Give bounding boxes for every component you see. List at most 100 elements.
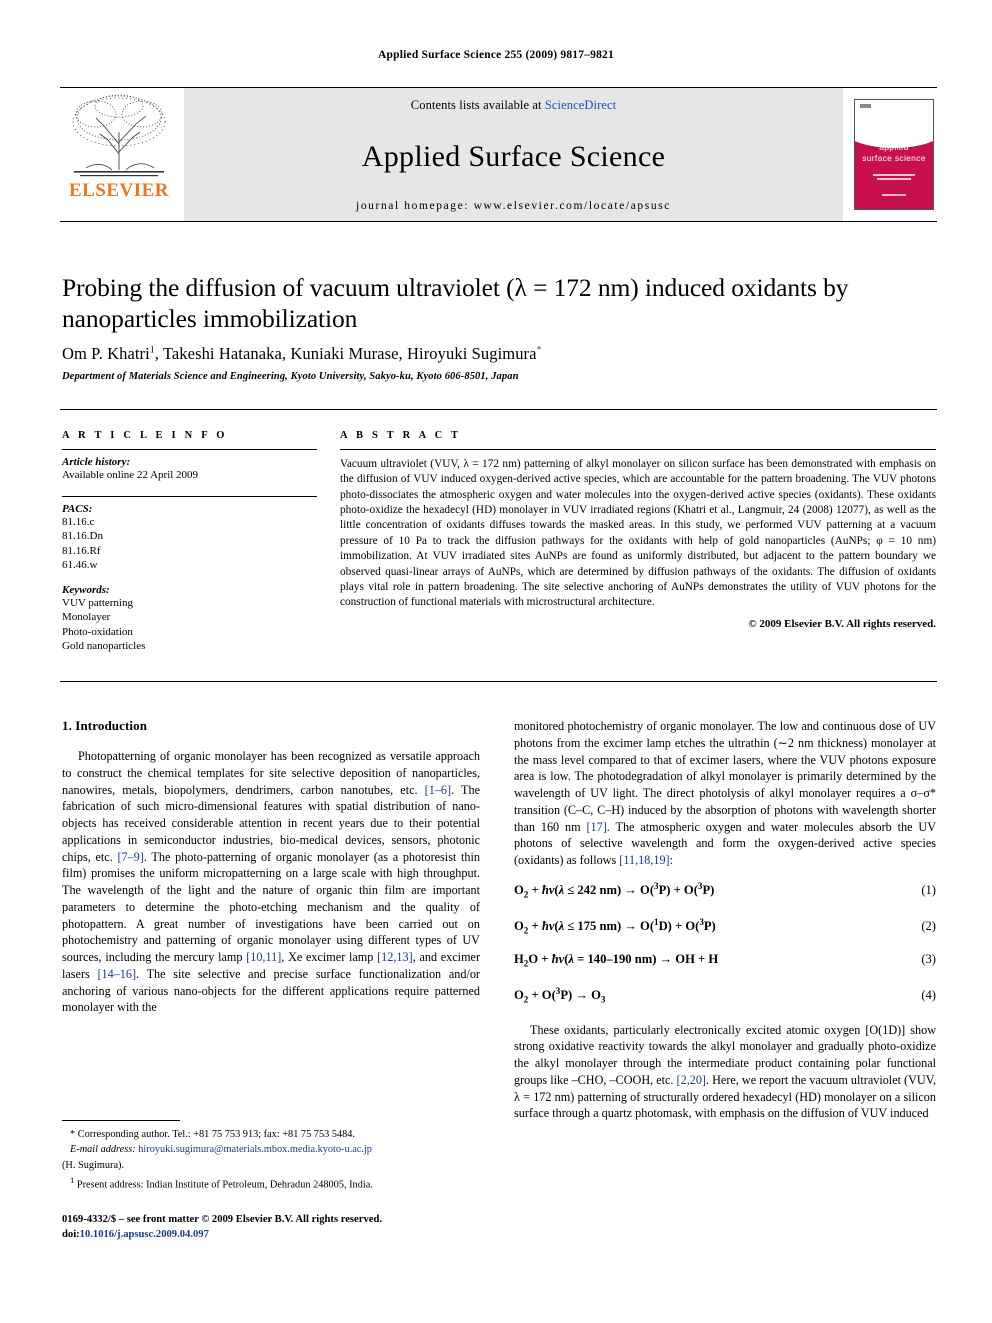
journal-masthead: ELSEVIER Contents lists available at Sci… xyxy=(60,87,937,222)
cover-title-line2: surface science xyxy=(862,152,926,163)
doi-link[interactable]: 10.1016/j.apsusc.2009.04.097 xyxy=(80,1229,209,1240)
article-history-group: Article history: Available online 22 Apr… xyxy=(62,456,317,483)
equation-row: O2 + ħν(λ ≤ 175 nm) → O(1D) + O(3P) (2) xyxy=(514,917,936,936)
footnote-star-marker: * xyxy=(70,1129,76,1140)
cover-title: applied surface science xyxy=(855,142,933,163)
footnote-email: E-mail address: hiroyuki.sugimura@materi… xyxy=(62,1143,480,1157)
contents-prefix: Contents lists available at xyxy=(410,98,545,112)
divider-below-abstract xyxy=(60,681,937,682)
abstract-text: Vacuum ultraviolet (VUV, λ = 172 nm) pat… xyxy=(340,458,936,609)
pacs-item: 81.16.c xyxy=(62,515,95,528)
copyright-line: © 2009 Elsevier B.V. All rights reserved… xyxy=(748,617,936,630)
intro-text-c: . The photo-patterning of organic monola… xyxy=(62,849,480,965)
abstract-heading: A B S T R A C T xyxy=(340,430,462,441)
intro-paragraph-right-2: These oxidants, particularly electronica… xyxy=(514,1022,936,1123)
equation-row: O2 + ħν(λ ≤ 242 nm) → O(3P) + O(3P) (1) xyxy=(514,881,936,900)
body-column-left: 1. Introduction Photopatterning of organ… xyxy=(62,718,480,1016)
sciencedirect-link[interactable]: ScienceDirect xyxy=(545,98,616,112)
equation-row: H2O + ħν(λ = 140–190 nm) → OH + H (3) xyxy=(514,952,936,969)
citation-ref-17[interactable]: [17] xyxy=(586,820,606,834)
intro-text-d: , Xe excimer lamp xyxy=(281,950,378,965)
corresponding-author-marker: * xyxy=(536,345,542,356)
keyword-item: Monolayer xyxy=(62,611,111,624)
equation-list: O2 + ħν(λ ≤ 242 nm) → O(3P) + O(3P) (1) … xyxy=(514,881,936,1005)
footnote-present-address: 1 Present address: Indian Institute of P… xyxy=(62,1174,480,1193)
equation-body: O2 + ħν(λ ≤ 175 nm) → O(1D) + O(3P) xyxy=(514,916,716,936)
pacs-group: PACS: 81.16.c 81.16.Dn 81.16.Rf 61.46.w xyxy=(62,503,317,573)
citation-ref-14-16[interactable]: [14–16] xyxy=(97,967,136,981)
contents-available-line: Contents lists available at ScienceDirec… xyxy=(411,98,616,113)
journal-band: Contents lists available at ScienceDirec… xyxy=(184,88,843,221)
citation-ref-10-11[interactable]: [10,11] xyxy=(246,950,281,964)
footnote-block: * Corresponding author. Tel.: +81 75 753… xyxy=(62,1120,480,1194)
citation-ref-11-18-19[interactable]: [11,18,19] xyxy=(619,853,669,867)
citation-ref-12-13[interactable]: [12,13] xyxy=(377,950,413,964)
pacs-item: 81.16.Rf xyxy=(62,544,101,557)
email-label: E-mail address: xyxy=(70,1144,136,1156)
cover-footer-lines xyxy=(877,192,911,199)
citation-ref-7-9[interactable]: [7–9] xyxy=(117,850,143,864)
keyword-item: Photo-oxidation xyxy=(62,625,133,638)
intro-paragraph-left: Photopatterning of organic monolayer has… xyxy=(62,748,480,1016)
equation-body: O2 + ħν(λ ≤ 242 nm) → O(3P) + O(3P) xyxy=(514,880,715,900)
footnote-divider xyxy=(62,1120,180,1121)
footnote-number-marker: 1 xyxy=(70,1175,75,1186)
keywords-group: Keywords: VUV patterning Monolayer Photo… xyxy=(62,584,317,654)
abstract-panel: A B S T R A C T Vacuum ultraviolet (VUV,… xyxy=(340,430,936,630)
elsevier-tree-icon xyxy=(72,94,166,177)
article-info-heading: A R T I C L E I N F O xyxy=(62,430,228,441)
equation-body: H2O + ħν(λ = 140–190 nm) → OH + H xyxy=(514,952,719,969)
divider-above-info xyxy=(60,409,937,410)
intro-paragraph-right-1: monitored photochemistry of organic mono… xyxy=(514,718,936,869)
footnote-email-suffix: (H. Sugimura). xyxy=(62,1159,125,1171)
intro-text-a: Photopatterning of organic monolayer has… xyxy=(62,749,480,797)
keyword-item: Gold nanoparticles xyxy=(62,640,146,653)
doi-line: doi:10.1016/j.apsusc.2009.04.097 xyxy=(62,1227,492,1242)
affiliation: Department of Materials Science and Engi… xyxy=(62,371,519,382)
journal-title: Applied Surface Science xyxy=(361,139,666,173)
keyword-item: VUV patterning xyxy=(62,596,133,609)
keywords-label: Keywords: xyxy=(62,583,110,596)
divider-info-mid xyxy=(62,495,317,497)
citation-ref-1-6[interactable]: [1–6] xyxy=(425,783,451,797)
email-link[interactable]: hiroyuki.sugimura@materials.mbox.media.k… xyxy=(138,1144,372,1155)
journal-homepage[interactable]: journal homepage: www.elsevier.com/locat… xyxy=(356,200,671,212)
equation-body: O2 + O(3P) → O3 xyxy=(514,985,606,1005)
pacs-label: PACS: xyxy=(62,502,93,515)
elsevier-wordmark: ELSEVIER xyxy=(68,180,170,201)
journal-cover-block: applied surface science xyxy=(851,88,937,221)
pacs-item: 81.16.Dn xyxy=(62,530,103,543)
equation-number: (1) xyxy=(921,883,936,898)
equation-number: (3) xyxy=(921,952,936,967)
paper-page: Applied Surface Science 255 (2009) 9817–… xyxy=(0,0,992,1323)
section-heading-introduction: 1. Introduction xyxy=(62,718,148,733)
right-text-c: : xyxy=(669,853,673,868)
pacs-item: 61.46.w xyxy=(62,559,98,572)
cover-title-line1: applied xyxy=(879,142,909,152)
divider-abstract-top xyxy=(340,449,936,450)
right-text-a: monitored photochemistry of organic mono… xyxy=(514,719,936,834)
divider-info-top xyxy=(62,449,317,450)
body-column-right: monitored photochemistry of organic mono… xyxy=(514,718,936,1122)
authors-rest: , Takeshi Hatanaka, Kuniaki Murase, Hiro… xyxy=(154,344,537,363)
article-history-value: Available online 22 April 2009 xyxy=(62,469,199,481)
author-list: Om P. Khatri1, Takeshi Hatanaka, Kuniaki… xyxy=(62,344,934,364)
issn-line: 0169-4332/$ – see front matter © 2009 El… xyxy=(62,1214,382,1225)
citation-ref-2-20[interactable]: [2,20] xyxy=(677,1073,706,1087)
page-title: Probing the diffusion of vacuum ultravio… xyxy=(62,273,849,334)
equation-number: (2) xyxy=(921,918,936,933)
elsevier-logo: ELSEVIER xyxy=(60,88,178,221)
footnote-present-address-text: Present address: Indian Institute of Pet… xyxy=(76,1179,373,1191)
equation-row: O2 + O(3P) → O3 (4) xyxy=(514,986,936,1005)
imprint-block: 0169-4332/$ – see front matter © 2009 El… xyxy=(62,1212,492,1243)
article-history-label: Article history: xyxy=(62,456,131,468)
equation-number: (4) xyxy=(921,988,936,1002)
footnote-corresponding-text: Corresponding author. Tel.: +81 75 753 9… xyxy=(77,1129,355,1140)
doi-label: doi: xyxy=(62,1229,80,1241)
cover-subtitle-lines xyxy=(867,172,921,182)
journal-cover-thumbnail: applied surface science xyxy=(854,99,934,210)
article-info-panel: A R T I C L E I N F O Article history: A… xyxy=(62,430,317,665)
running-head: Applied Surface Science 255 (2009) 9817–… xyxy=(378,49,614,61)
footnote-corresponding-author: * Corresponding author. Tel.: +81 75 753… xyxy=(62,1128,480,1142)
author-first: Om P. Khatri xyxy=(62,344,150,363)
